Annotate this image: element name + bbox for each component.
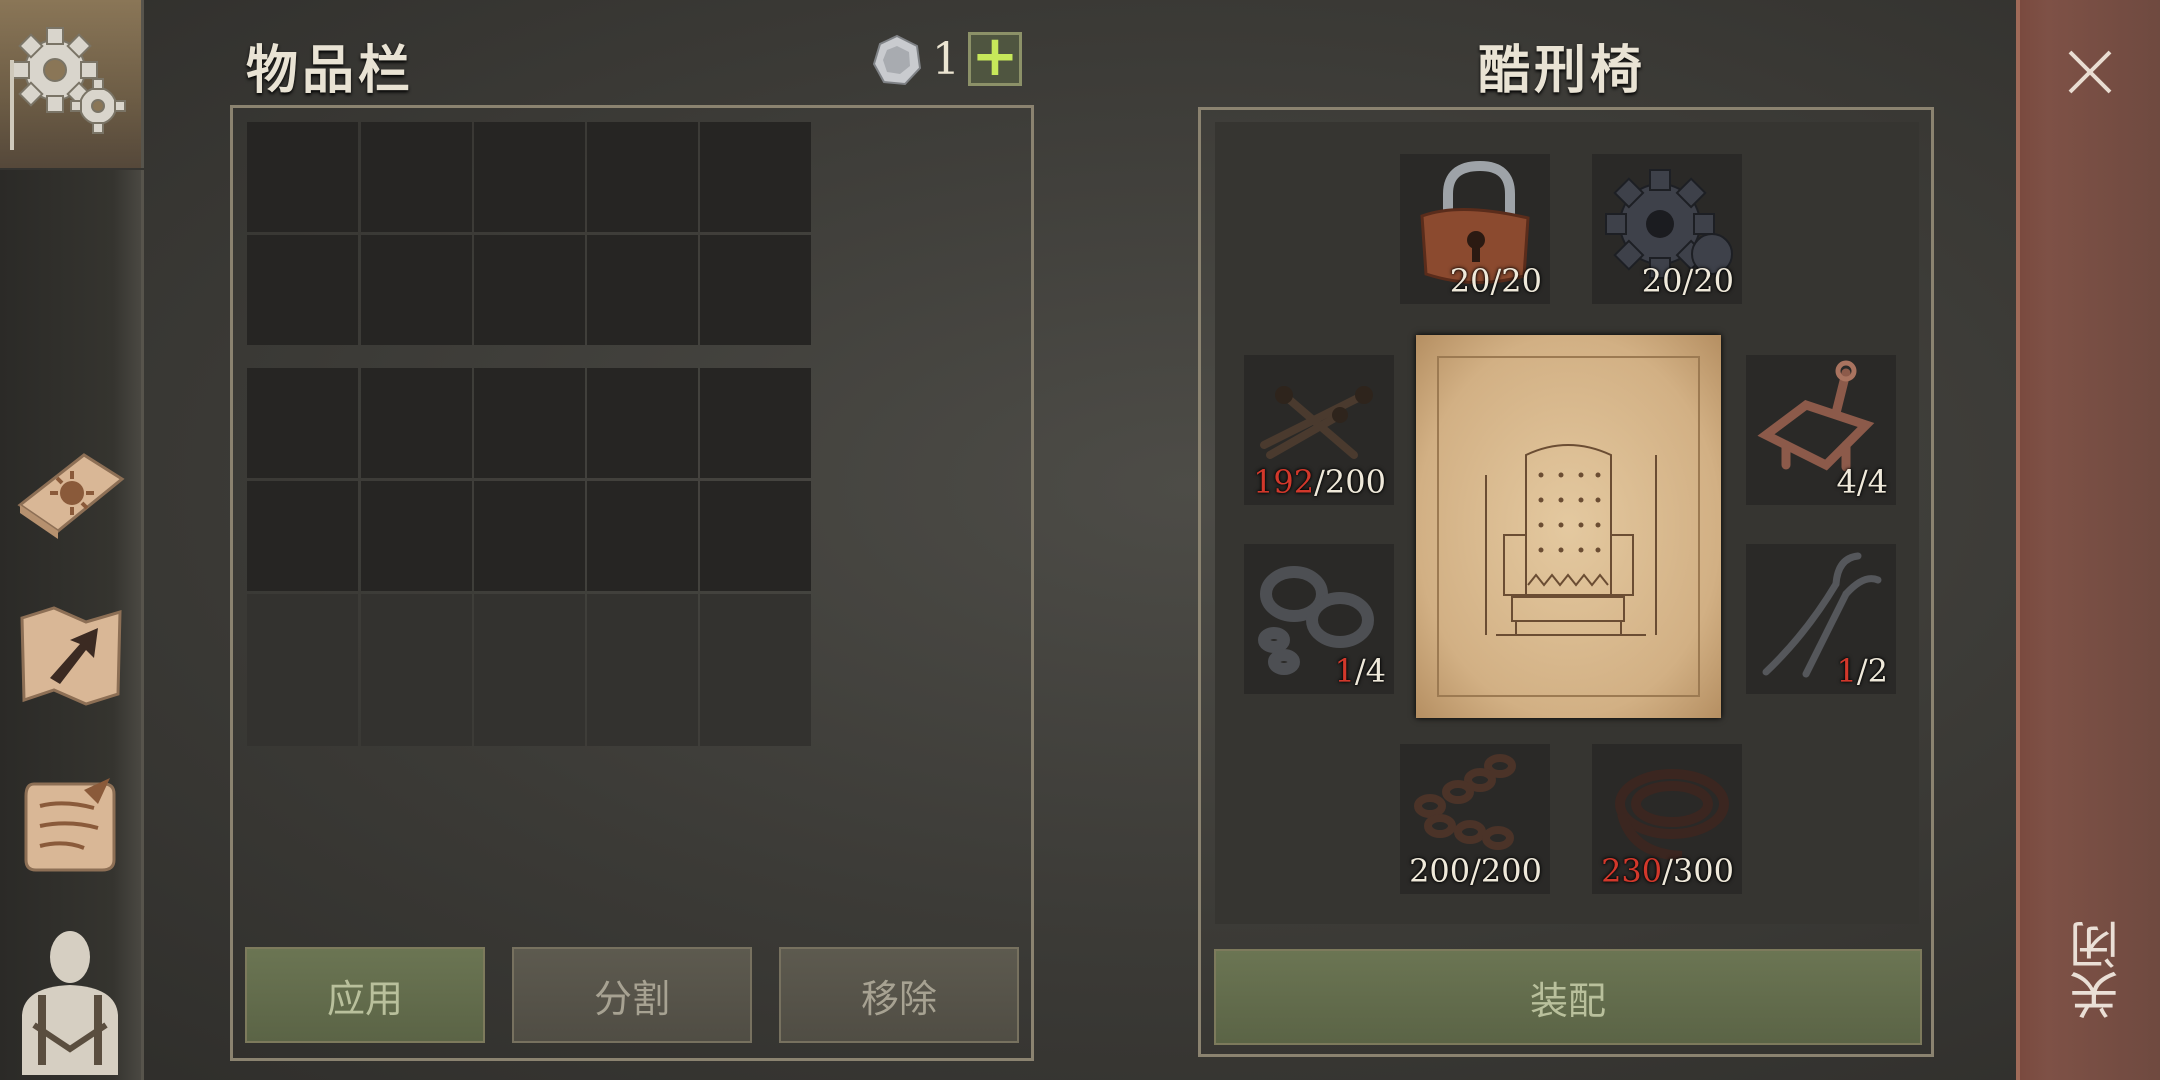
slot-count: 192/200 bbox=[1253, 463, 1386, 501]
inventory-slot[interactable] bbox=[700, 481, 811, 591]
slot-count: 4/4 bbox=[1836, 463, 1889, 501]
device-title: 酷刑椅 bbox=[1478, 40, 1647, 101]
silver-coin-icon bbox=[872, 34, 922, 86]
inventory-slot[interactable] bbox=[700, 235, 811, 345]
material-slot-leather[interactable]: 230/300 bbox=[1592, 744, 1742, 894]
close-icon[interactable] bbox=[2060, 42, 2120, 102]
inventory-slot[interactable] bbox=[247, 122, 358, 232]
gear-icon bbox=[10, 27, 126, 150]
inventory-slot[interactable] bbox=[587, 368, 698, 478]
map-icon[interactable] bbox=[14, 600, 126, 712]
inventory-slot[interactable] bbox=[247, 481, 358, 591]
inventory-slot[interactable] bbox=[474, 235, 585, 345]
journal-icon[interactable] bbox=[14, 435, 126, 547]
plus-icon: + bbox=[971, 24, 1019, 89]
remove-button[interactable]: 移除 bbox=[779, 947, 1019, 1043]
inventory-slot[interactable] bbox=[361, 594, 472, 746]
inventory-slot[interactable] bbox=[587, 594, 698, 746]
material-slot-padlock[interactable]: 20/20 bbox=[1400, 154, 1550, 304]
inventory-slot[interactable] bbox=[474, 368, 585, 478]
inventory-slot[interactable] bbox=[361, 481, 472, 591]
inventory-slot[interactable] bbox=[474, 481, 585, 591]
equip-button[interactable]: 装配 bbox=[1214, 949, 1922, 1045]
inventory-slot[interactable] bbox=[361, 368, 472, 478]
slot-count: 230/300 bbox=[1601, 852, 1734, 890]
slot-count: 200/200 bbox=[1409, 852, 1542, 890]
close-label[interactable]: 关闭 bbox=[2062, 920, 2127, 1020]
slot-count: 20/20 bbox=[1641, 262, 1734, 300]
slot-count: 1/2 bbox=[1836, 652, 1889, 690]
inventory-slot[interactable] bbox=[700, 594, 811, 746]
settings-button[interactable] bbox=[0, 0, 144, 168]
inventory-slot[interactable] bbox=[361, 235, 472, 345]
inventory-slot[interactable] bbox=[587, 122, 698, 232]
add-currency-button[interactable]: + bbox=[968, 24, 1022, 89]
inventory-slot[interactable] bbox=[247, 235, 358, 345]
inventory-slot[interactable] bbox=[247, 594, 358, 746]
inventory-slot[interactable] bbox=[587, 235, 698, 345]
device-panel: 20/20 20/20 192/200 4/4 1/4 1/2 200/200 … bbox=[1198, 107, 1934, 1057]
inventory-slot[interactable] bbox=[247, 368, 358, 478]
slot-count: 1/4 bbox=[1334, 652, 1387, 690]
inventory-slot[interactable] bbox=[474, 594, 585, 746]
side-navigation bbox=[0, 0, 144, 1080]
slot-count: 20/20 bbox=[1449, 262, 1542, 300]
material-slot-gear[interactable]: 20/20 bbox=[1592, 154, 1742, 304]
apply-button[interactable]: 应用 bbox=[245, 947, 485, 1043]
inventory-title: 物品栏 bbox=[246, 40, 415, 101]
material-slot-clamp[interactable]: 4/4 bbox=[1746, 355, 1896, 505]
material-slot-nails[interactable]: 192/200 bbox=[1244, 355, 1394, 505]
blueprint-parchment bbox=[1416, 335, 1721, 718]
character-icon[interactable] bbox=[14, 925, 126, 1075]
inventory-panel: 应用 分割 移除 bbox=[230, 105, 1034, 1061]
split-button[interactable]: 分割 bbox=[512, 947, 752, 1043]
scroll-icon[interactable] bbox=[14, 770, 126, 882]
material-slot-pincers[interactable]: 1/2 bbox=[1746, 544, 1896, 694]
currency-value: 1 bbox=[932, 34, 960, 85]
close-strip[interactable]: 关闭 bbox=[2016, 0, 2160, 1080]
inventory-slot[interactable] bbox=[361, 122, 472, 232]
inventory-slot[interactable] bbox=[587, 481, 698, 591]
torture-chair-blueprint-icon bbox=[1437, 356, 1700, 697]
material-slot-chain[interactable]: 200/200 bbox=[1400, 744, 1550, 894]
material-slot-shackles[interactable]: 1/4 bbox=[1244, 544, 1394, 694]
inventory-slot[interactable] bbox=[700, 368, 811, 478]
inventory-slot[interactable] bbox=[700, 122, 811, 232]
inventory-slot[interactable] bbox=[474, 122, 585, 232]
